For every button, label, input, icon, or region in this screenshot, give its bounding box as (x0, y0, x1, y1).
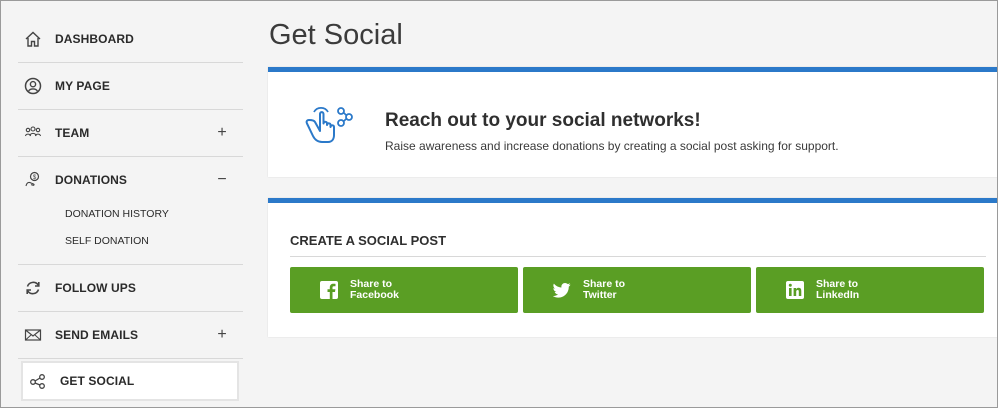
sidebar-item-label: DONATIONS (55, 173, 128, 187)
sidebar-item-team[interactable]: TEAM + (18, 110, 243, 157)
sidebar-item-dashboard[interactable]: DASHBOARD (18, 15, 243, 63)
page-title: Get Social (269, 19, 403, 51)
sidebar-item-send-emails[interactable]: SEND EMAILS + (18, 312, 243, 359)
reach-out-card: Reach out to your social networks! Raise… (268, 67, 997, 177)
section-title: CREATE A SOCIAL POST (290, 233, 447, 248)
share-label: Share to Facebook (350, 279, 399, 301)
reach-subtitle: Raise awareness and increase donations b… (385, 139, 839, 153)
sidebar-subitem-donation-history[interactable]: DONATION HISTORY (65, 208, 169, 220)
twitter-icon (553, 281, 571, 299)
user-circle-icon (23, 76, 43, 96)
expand-icon[interactable]: + (215, 125, 229, 141)
sidebar-item-label: MY PAGE (55, 79, 110, 93)
sidebar-item-get-social[interactable]: GET SOCIAL (21, 361, 239, 401)
linkedin-icon (786, 281, 804, 299)
sidebar-subitem-self-donation[interactable]: SELF DONATION (65, 235, 149, 247)
divider (290, 256, 986, 257)
sidebar-item-label: GET SOCIAL (60, 374, 135, 388)
reach-title: Reach out to your social networks! (385, 110, 701, 131)
share-linkedin-button[interactable]: Share to LinkedIn (756, 267, 984, 313)
expand-icon[interactable]: + (215, 327, 229, 343)
refresh-icon (23, 278, 43, 298)
share-label: Share to LinkedIn (816, 279, 859, 301)
donation-icon: $ (23, 170, 43, 190)
share-twitter-button[interactable]: Share to Twitter (523, 267, 751, 313)
app-frame: DASHBOARD MY PAGE TEAM + $ DONATIONS − D… (0, 0, 998, 408)
sidebar-item-my-page[interactable]: MY PAGE (18, 63, 243, 110)
share-line2: LinkedIn (816, 289, 860, 301)
facebook-icon (320, 281, 338, 299)
team-icon (23, 123, 43, 143)
sidebar-item-donations[interactable]: $ DONATIONS − (18, 157, 243, 203)
sidebar-item-label: FOLLOW UPS (55, 281, 136, 295)
share-facebook-button[interactable]: Share to Facebook (290, 267, 518, 313)
share-line2: Facebook (350, 289, 400, 301)
main-content: Get Social Reach out to your social netw… (252, 1, 997, 407)
sidebar-item-label: DASHBOARD (55, 31, 134, 46)
social-touch-icon (303, 106, 353, 153)
share-label: Share to Twitter (583, 279, 625, 301)
sidebar: DASHBOARD MY PAGE TEAM + $ DONATIONS − D… (1, 1, 252, 407)
create-post-card: CREATE A SOCIAL POST Share to Facebook S… (268, 198, 997, 337)
sidebar-item-label: TEAM (55, 126, 90, 140)
home-icon (23, 29, 43, 49)
sidebar-item-label: SEND EMAILS (55, 328, 139, 342)
share-icon (28, 371, 48, 391)
share-line2: Twitter (583, 289, 617, 301)
sidebar-item-follow-ups[interactable]: FOLLOW UPS (18, 265, 243, 312)
envelope-icon (23, 325, 43, 345)
collapse-icon[interactable]: − (215, 172, 229, 188)
